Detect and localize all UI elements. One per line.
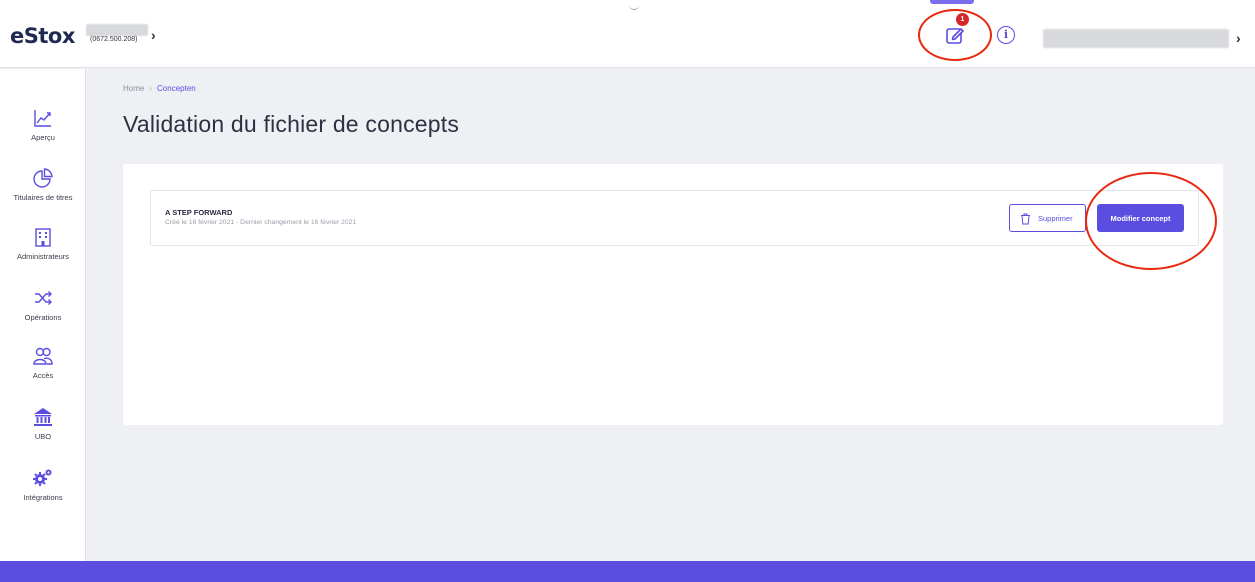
logo[interactable]: eStox [10,24,75,48]
sidebar-item-administrateurs[interactable]: Administrateurs [0,226,86,282]
sidebar-item-label: Administrateurs [16,252,70,261]
sidebar-item-ubo[interactable]: UBO [0,406,86,462]
sidebar-item-label: UBO [34,432,52,441]
sidebar-item-label: Accès [32,371,54,380]
sidebar-item-titulaires[interactable]: Titulaires de titres [0,167,86,223]
gears-icon [33,469,52,486]
chart-line-icon [34,110,51,127]
trash-icon [1021,213,1030,225]
page-title: Validation du fichier de concepts [123,111,460,137]
user-chevron-icon[interactable]: › [1236,30,1241,46]
info-icon[interactable]: i [997,26,1015,44]
breadcrumb-separator: › [149,84,153,93]
concept-row: A STEP FORWARD Créé le 16 février 2021 -… [150,190,1199,246]
bottom-bar [0,561,1255,582]
delete-button[interactable]: Supprimer [1009,204,1086,232]
company-name-redacted [86,24,148,36]
annotation-circle-modify [1085,172,1217,270]
concept-card: A STEP FORWARD Créé le 16 février 2021 -… [123,164,1223,425]
sidebar-item-acces[interactable]: Accès [0,345,86,401]
sidebar-item-operations[interactable]: Opérations [0,287,86,343]
top-bar: eStox (0672.500.208) › 1 i › [0,0,1255,68]
breadcrumb-home[interactable]: Home [123,84,144,93]
building-icon [35,228,51,247]
concept-meta: Créé le 16 février 2021 - Dernier change… [165,219,357,226]
sidebar-item-label: Opérations [24,313,62,322]
pie-chart-icon [33,168,53,188]
breadcrumb-current[interactable]: Concepten [157,84,196,93]
delete-button-label: Supprimer [1038,214,1073,223]
breadcrumb: Home › Concepten [123,84,196,93]
loading-indicator [629,4,639,10]
company-id: (0672.500.208) [90,36,138,43]
users-icon [33,347,53,365]
sidebar: Aperçu Titulaires de titres Administrate… [0,69,86,561]
annotation-circle-edit [918,9,992,61]
bank-icon [34,408,52,426]
user-name-redacted[interactable] [1043,29,1229,48]
company-chevron-icon[interactable]: › [151,27,156,43]
top-tab-indicator [930,0,974,4]
sidebar-item-label: Intégrations [23,493,63,502]
sidebar-item-label: Titulaires de titres [13,193,73,202]
sidebar-item-integrations[interactable]: Intégrations [0,467,86,523]
sidebar-item-label: Aperçu [31,133,55,142]
sidebar-item-apercu[interactable]: Aperçu [0,107,86,163]
shuffle-icon [35,291,52,305]
concept-name: A STEP FORWARD [165,208,233,217]
